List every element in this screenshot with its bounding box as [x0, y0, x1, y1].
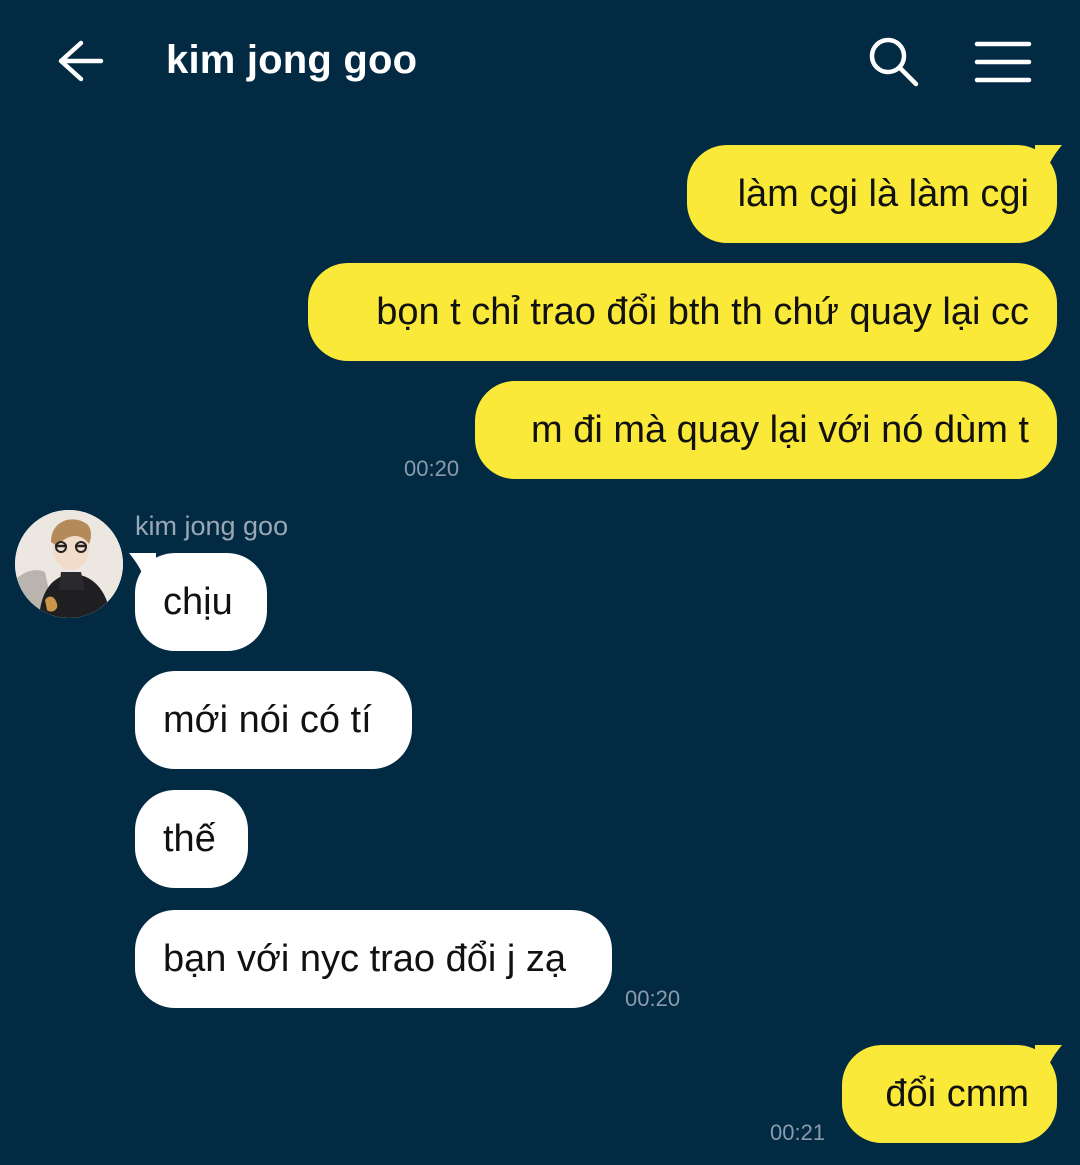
chat-header: kim jong goo [0, 0, 1080, 125]
message-text: bạn với nyc trao đổi j zạ [163, 937, 567, 980]
incoming-message-bubble[interactable]: mới nói có tí [135, 671, 412, 769]
contact-avatar[interactable] [15, 510, 123, 618]
message-text: m đi mà quay lại với nó dùm t [530, 408, 1029, 451]
outgoing-message-bubble[interactable]: bọn t chỉ trao đổi bth th chứ quay lại c… [308, 263, 1057, 361]
message-text: thế [163, 817, 216, 860]
outgoing-message-bubble[interactable]: làm cgi là làm cgi [687, 145, 1057, 243]
search-icon[interactable] [862, 32, 926, 92]
back-arrow-icon[interactable] [50, 35, 110, 87]
message-text: chịu [163, 580, 233, 623]
incoming-message-bubble[interactable]: chịu [135, 553, 267, 651]
chat-title: kim jong goo [166, 38, 418, 82]
bubble-tail [1035, 1045, 1062, 1073]
message-text: đổi cmm [885, 1072, 1029, 1115]
outgoing-message-bubble[interactable]: m đi mà quay lại với nó dùm t [475, 381, 1057, 479]
hamburger-menu-icon[interactable] [970, 34, 1036, 90]
incoming-message-bubble[interactable]: thế [135, 790, 248, 888]
message-timestamp: 00:21 [770, 1120, 826, 1145]
sender-name: kim jong goo [135, 511, 289, 541]
incoming-message-bubble[interactable]: bạn với nyc trao đổi j zạ [135, 910, 612, 1008]
message-text: mới nói có tí [163, 698, 372, 741]
message-text: làm cgi là làm cgi [737, 172, 1029, 215]
message-timestamp: 00:20 [625, 986, 681, 1011]
message-timestamp: 00:20 [404, 456, 460, 481]
message-text: bọn t chỉ trao đổi bth th chứ quay lại c… [376, 290, 1029, 333]
outgoing-message-bubble[interactable]: đổi cmm [842, 1045, 1057, 1143]
bubble-tail [1035, 145, 1062, 173]
